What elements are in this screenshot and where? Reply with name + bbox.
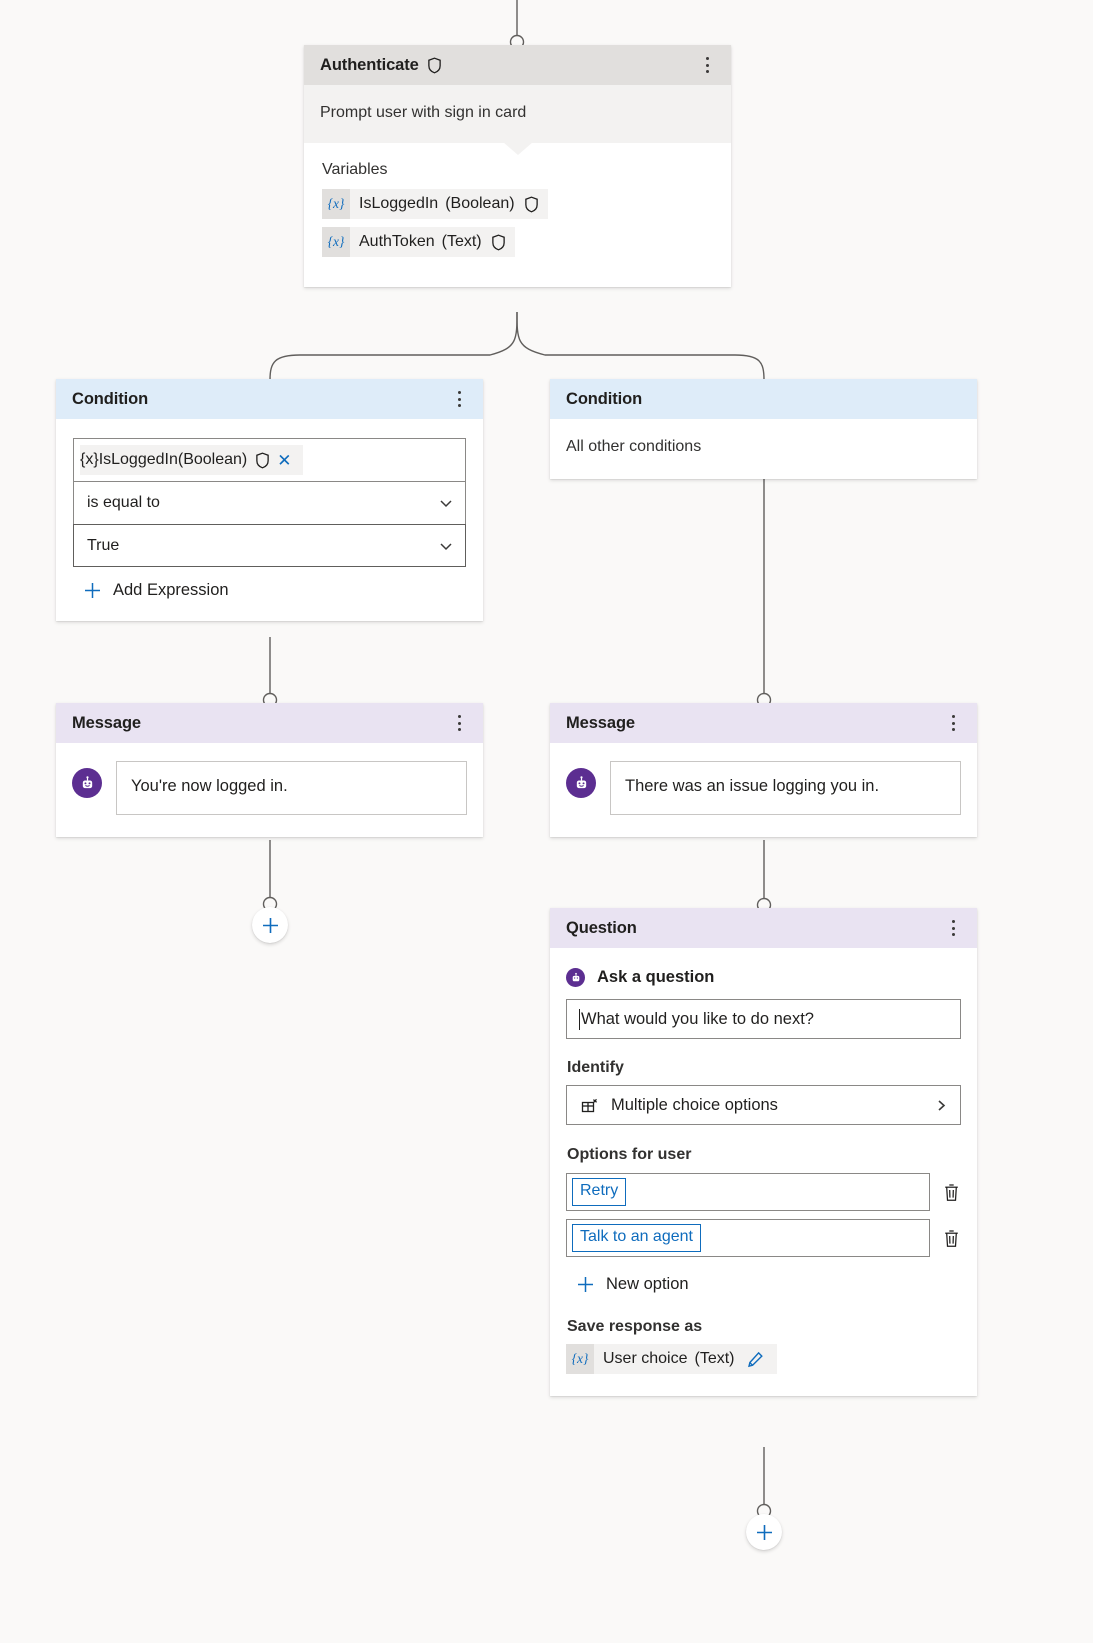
close-icon[interactable]: ✕ bbox=[273, 452, 295, 469]
condition-true-header: Condition bbox=[56, 379, 483, 419]
identify-value: Multiple choice options bbox=[611, 1095, 778, 1114]
message-success-text[interactable]: You're now logged in. bbox=[116, 761, 467, 815]
add-node-button-bottom[interactable] bbox=[746, 1514, 782, 1550]
add-expression-label: Add Expression bbox=[113, 581, 229, 599]
question-text-value: What would you like to do next? bbox=[581, 1009, 814, 1028]
condition-variable-row: {x} IsLoggedIn (Boolean) ✕ bbox=[74, 439, 465, 481]
multiple-choice-icon bbox=[581, 1098, 598, 1112]
new-option-button[interactable]: New option bbox=[576, 1275, 689, 1294]
variable-chip-authtoken[interactable]: {x} AuthToken (Text) bbox=[322, 227, 515, 257]
trash-icon[interactable] bbox=[942, 1228, 961, 1249]
variable-type: (Boolean) bbox=[445, 195, 515, 212]
node-message-success[interactable]: Message You're now logged in. bbox=[56, 703, 483, 837]
expression-tag-icon: {x} bbox=[322, 189, 350, 219]
plus-icon bbox=[85, 583, 100, 598]
variable-name: IsLoggedIn bbox=[98, 451, 178, 468]
expression-tag-icon: {x} bbox=[80, 451, 99, 468]
bot-icon bbox=[566, 768, 596, 798]
option-input-talk-to-an-agent[interactable]: Talk to an agent bbox=[566, 1219, 930, 1257]
message-success-body: You're now logged in. bbox=[56, 743, 483, 837]
variable-name: AuthToken bbox=[359, 233, 435, 250]
authenticate-subtitle-region: Prompt user with sign in card bbox=[304, 85, 731, 143]
message-success-title: Message bbox=[72, 713, 142, 732]
question-text-input[interactable]: What would you like to do next? bbox=[566, 999, 961, 1039]
condition-true-title: Condition bbox=[72, 389, 149, 408]
text-caret bbox=[579, 1008, 580, 1030]
expression-tag-icon: {x} bbox=[322, 227, 350, 257]
authenticate-variables-section: Variables {x} IsLoggedIn (Boolean) {x} A… bbox=[304, 143, 731, 287]
question-title: Question bbox=[566, 918, 637, 937]
identify-dropdown[interactable]: Multiple choice options bbox=[566, 1085, 961, 1125]
shield-icon bbox=[491, 233, 505, 251]
variable-type: (Text) bbox=[694, 1350, 735, 1367]
condition-operator-value: is equal to bbox=[87, 494, 160, 511]
plus-icon bbox=[578, 1277, 593, 1292]
authenticate-subtitle: Prompt user with sign in card bbox=[320, 104, 527, 121]
question-header: Question bbox=[550, 908, 977, 948]
variable-chip-isloggedin[interactable]: {x} IsLoggedIn (Boolean) bbox=[322, 189, 548, 219]
save-response-variable-chip[interactable]: {x} User choice (Text) bbox=[566, 1344, 778, 1374]
message-failure-menu-icon[interactable] bbox=[942, 710, 964, 736]
message-failure-text[interactable]: There was an issue logging you in. bbox=[610, 761, 961, 815]
variables-label: Variables bbox=[322, 161, 388, 178]
authenticate-notch bbox=[502, 142, 533, 155]
bot-icon bbox=[72, 768, 102, 798]
condition-true-menu-icon[interactable] bbox=[448, 386, 470, 412]
message-success-menu-icon[interactable] bbox=[448, 710, 470, 736]
node-question[interactable]: Question Ask a question What would you l… bbox=[550, 908, 977, 1396]
plus-icon bbox=[756, 1524, 772, 1540]
ask-a-question-label: Ask a question bbox=[597, 968, 715, 986]
chevron-down-icon bbox=[440, 542, 452, 550]
add-expression-button[interactable]: Add Expression bbox=[83, 581, 229, 600]
condition-else-description: All other conditions bbox=[566, 438, 702, 455]
question-body: Ask a question What would you like to do… bbox=[550, 948, 977, 1396]
condition-operator-dropdown[interactable]: is equal to bbox=[74, 481, 465, 524]
message-success-header: Message bbox=[56, 703, 483, 743]
variable-name: User choice bbox=[603, 1350, 688, 1367]
shield-icon bbox=[427, 56, 441, 74]
message-failure-header: Message bbox=[550, 703, 977, 743]
add-node-button-left[interactable] bbox=[252, 907, 288, 943]
bot-icon bbox=[566, 968, 585, 987]
ask-a-question-row: Ask a question bbox=[566, 968, 961, 987]
condition-true-body: {x} IsLoggedIn (Boolean) ✕ is equal to T… bbox=[56, 419, 483, 621]
condition-else-header: Condition bbox=[550, 379, 977, 419]
save-response-as-label: Save response as bbox=[567, 1318, 703, 1335]
option-input-retry[interactable]: Retry bbox=[566, 1173, 930, 1211]
condition-expression-box: {x} IsLoggedIn (Boolean) ✕ is equal to bbox=[73, 438, 466, 525]
option-row: Talk to an agent bbox=[566, 1219, 961, 1257]
condition-value-dropdown[interactable]: True bbox=[73, 524, 466, 567]
option-label: Talk to an agent bbox=[572, 1224, 701, 1252]
option-row: Retry bbox=[566, 1173, 961, 1211]
identify-label: Identify bbox=[567, 1059, 624, 1076]
message-failure-body: There was an issue logging you in. bbox=[550, 743, 977, 837]
trash-icon[interactable] bbox=[942, 1182, 961, 1203]
variable-name: IsLoggedIn bbox=[359, 195, 439, 212]
node-authenticate[interactable]: Authenticate Prompt user with sign in ca… bbox=[304, 45, 731, 287]
question-menu-icon[interactable] bbox=[942, 915, 964, 941]
condition-variable-chip[interactable]: {x} IsLoggedIn (Boolean) ✕ bbox=[80, 445, 303, 475]
authenticate-title: Authenticate bbox=[320, 55, 419, 74]
chevron-right-icon bbox=[938, 1099, 946, 1111]
shield-icon bbox=[256, 451, 270, 469]
message-failure-title: Message bbox=[566, 713, 636, 732]
condition-value: True bbox=[87, 536, 120, 554]
node-message-failure[interactable]: Message There was an issue logging you i… bbox=[550, 703, 977, 837]
variable-type: (Text) bbox=[441, 233, 482, 250]
new-option-label: New option bbox=[606, 1275, 689, 1293]
shield-icon bbox=[524, 195, 538, 213]
chevron-down-icon bbox=[440, 500, 452, 508]
option-label: Retry bbox=[572, 1178, 627, 1206]
plus-icon bbox=[262, 917, 278, 933]
pencil-icon[interactable] bbox=[747, 1351, 764, 1368]
condition-else-title: Condition bbox=[566, 389, 643, 408]
flow-canvas[interactable]: Authenticate Prompt user with sign in ca… bbox=[0, 0, 1093, 1643]
authenticate-menu-icon[interactable] bbox=[696, 52, 718, 78]
node-condition-true[interactable]: Condition {x} IsLoggedIn (Boolean) ✕ is … bbox=[56, 379, 483, 621]
authenticate-header: Authenticate bbox=[304, 45, 731, 85]
options-for-user-label: Options for user bbox=[567, 1146, 692, 1163]
expression-tag-icon: {x} bbox=[566, 1344, 594, 1374]
variable-type: (Boolean) bbox=[177, 451, 248, 468]
node-condition-else[interactable]: Condition All other conditions bbox=[550, 379, 977, 479]
